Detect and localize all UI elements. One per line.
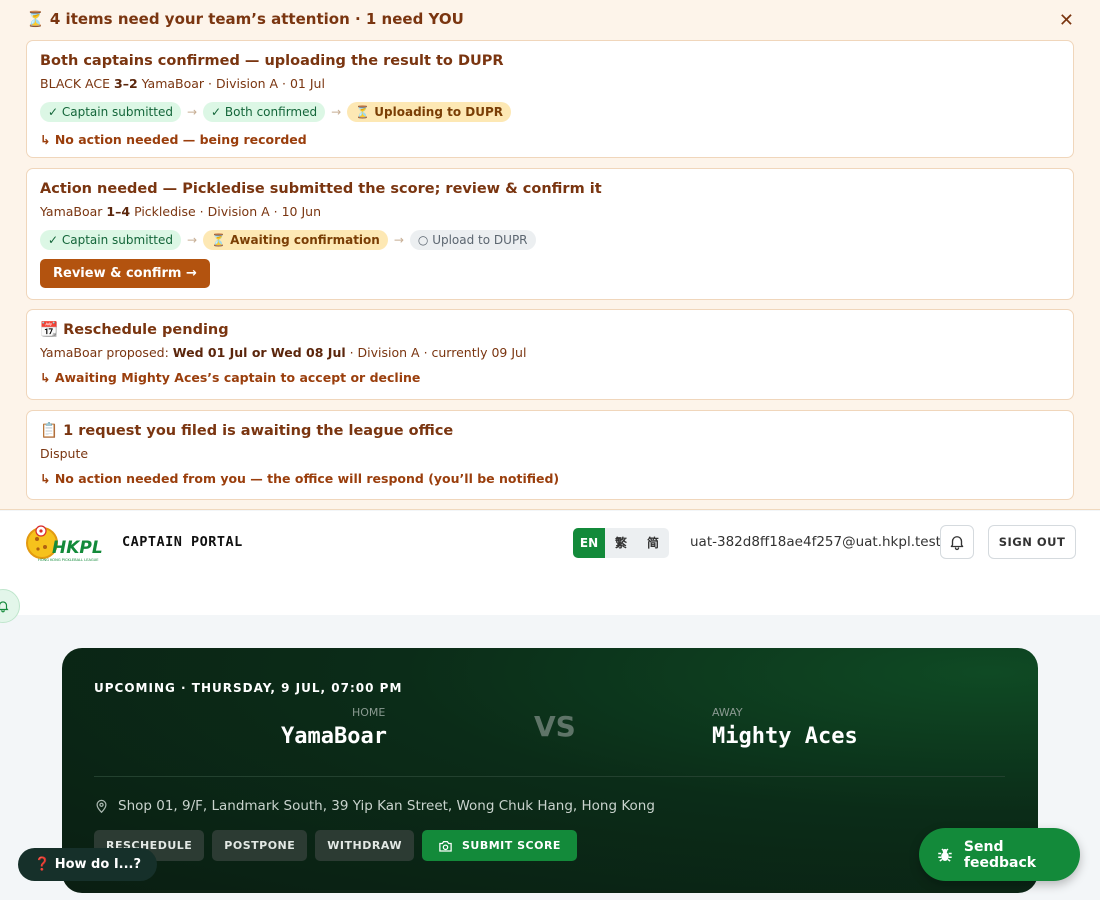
away-label: AWAY	[712, 706, 743, 719]
attention-banner: ⏳ 4 items need your team’s attention · 1…	[0, 0, 1100, 510]
away-team-name: Mighty Aces	[712, 724, 858, 749]
review-confirm-button[interactable]: Review & confirm →	[40, 259, 210, 288]
submit-score-button[interactable]: SUBMIT SCORE	[421, 830, 577, 861]
portal-label: CAPTAIN PORTAL	[122, 534, 243, 550]
notifications-button[interactable]	[940, 525, 974, 559]
sub-bar	[0, 575, 1100, 615]
submit-score-label: SUBMIT SCORE	[461, 839, 561, 852]
attention-card-reschedule: 📆 Reschedule pending YamaBoar proposed: …	[26, 309, 1074, 400]
withdraw-button[interactable]: WITHDRAW	[315, 830, 414, 861]
sign-out-button[interactable]: SIGN OUT	[988, 525, 1076, 559]
card-title: 📋 1 request you filed is awaiting the le…	[40, 423, 454, 439]
language-switcher: EN 繁 简	[573, 528, 669, 558]
close-icon[interactable]: ✕	[1059, 10, 1074, 32]
step-captain-submitted: ✓ Captain submitted	[40, 102, 181, 122]
card-match-line: YamaBoar 1–4 Pickledise · Division A · 1…	[40, 203, 1060, 220]
location-pin-icon	[96, 799, 107, 814]
match-meta: · Division A · 10 Jun	[195, 204, 321, 219]
lang-en[interactable]: EN	[573, 528, 605, 558]
proposed-dates: Wed 01 Jul or Wed 08 Jul	[172, 345, 346, 360]
attention-card-review-score: Action needed — Pickledise submitted the…	[26, 168, 1074, 300]
step-arrow: →	[186, 105, 198, 119]
away-team: Pickledise	[134, 204, 196, 219]
attention-card-league-request: 📋 1 request you filed is awaiting the le…	[26, 410, 1074, 500]
away-team: YamaBoar	[141, 76, 205, 91]
home-team: BLACK ACE	[40, 76, 111, 91]
card-title: Action needed — Pickledise submitted the…	[40, 181, 602, 197]
top-header: HKPL HONG KONG PICKLEBALL LEAGUE CAPTAIN…	[0, 511, 1100, 575]
step-uploading-dupr: ⏳ Uploading to DUPR	[347, 102, 511, 122]
help-button[interactable]: ❓ How do I...?	[18, 848, 158, 881]
divider	[94, 776, 1005, 777]
user-email: uat-382d8ff18ae4f257@uat.hkpl.test	[690, 534, 941, 550]
bell-icon	[950, 536, 964, 551]
step-awaiting-confirmation: ⏳ Awaiting confirmation	[203, 230, 388, 250]
bug-icon	[938, 847, 952, 862]
card-note: ↳ Awaiting Mighty Aces’s captain to acce…	[40, 370, 421, 385]
upcoming-match-card: UPCOMING · THURSDAY, 9 JUL, 07:00 PM HOM…	[62, 648, 1038, 893]
step-arrow: →	[393, 233, 404, 247]
card-note: ↳ No action needed from you — the office…	[40, 471, 560, 486]
postpone-button[interactable]: POSTPONE	[212, 830, 308, 861]
svg-text:HKPL: HKPL	[52, 538, 103, 558]
attention-card-dupr-upload: Both captains confirmed — uploading the …	[26, 40, 1074, 158]
card-match-line: BLACK ACE 3–2 YamaBoar · Division A · 01…	[40, 75, 1060, 92]
send-feedback-label: Send feedback	[963, 838, 1037, 871]
lang-simplified-chinese[interactable]: 简	[637, 528, 669, 558]
send-feedback-button[interactable]: Send feedback	[919, 828, 1080, 881]
venue-address: Shop 01, 9/F, Landmark South, 39 Yip Kan…	[118, 798, 655, 814]
svg-text:HONG KONG PICKLEBALL LEAGUE: HONG KONG PICKLEBALL LEAGUE	[38, 558, 99, 562]
step-captain-submitted: ✓ Captain submitted	[40, 230, 181, 250]
step-both-confirmed: ✓ Both confirmed	[203, 102, 326, 122]
attention-headline: ⏳ 4 items need your team’s attention · 1…	[26, 10, 464, 28]
home-team: YamaBoar	[40, 204, 103, 219]
request-type: Dispute	[40, 446, 89, 461]
card-reschedule-line: YamaBoar proposed: Wed 01 Jul or Wed 08 …	[40, 344, 1060, 361]
home-label: HOME	[352, 706, 386, 719]
match-actions: RESCHEDULE POSTPONE WITHDRAW SUBMIT SCOR…	[94, 830, 577, 861]
match-meta: · Division A · currently 09 Jul	[345, 345, 527, 360]
home-team-name: YamaBoar	[281, 724, 387, 749]
vs-label: VS	[534, 710, 576, 743]
card-title: 📆 Reschedule pending	[40, 322, 229, 338]
match-meta: · Division A · 01 Jul	[204, 76, 325, 91]
card-title: Both captains confirmed — uploading the …	[40, 53, 504, 69]
score: 3–2	[114, 76, 138, 91]
score: 1–4	[106, 204, 131, 219]
progress-steps: ✓ Captain submitted → ⏳ Awaiting confirm…	[40, 229, 1060, 251]
card-note: ↳ No action needed — being recorded	[40, 132, 307, 147]
match-status: UPCOMING · THURSDAY, 9 JUL, 07:00 PM	[94, 681, 403, 695]
step-arrow: →	[186, 233, 198, 247]
step-upload-dupr: ○ Upload to DUPR	[409, 230, 536, 250]
camera-icon	[439, 840, 452, 852]
lang-traditional-chinese[interactable]: 繁	[605, 528, 637, 558]
hkpl-logo[interactable]: HKPL HONG KONG PICKLEBALL LEAGUE	[24, 523, 110, 563]
progress-steps: ✓ Captain submitted → ✓ Both confirmed →…	[40, 101, 1060, 123]
bell-icon	[0, 601, 9, 613]
step-arrow: →	[331, 105, 342, 119]
proposer: YamaBoar proposed:	[40, 345, 173, 360]
